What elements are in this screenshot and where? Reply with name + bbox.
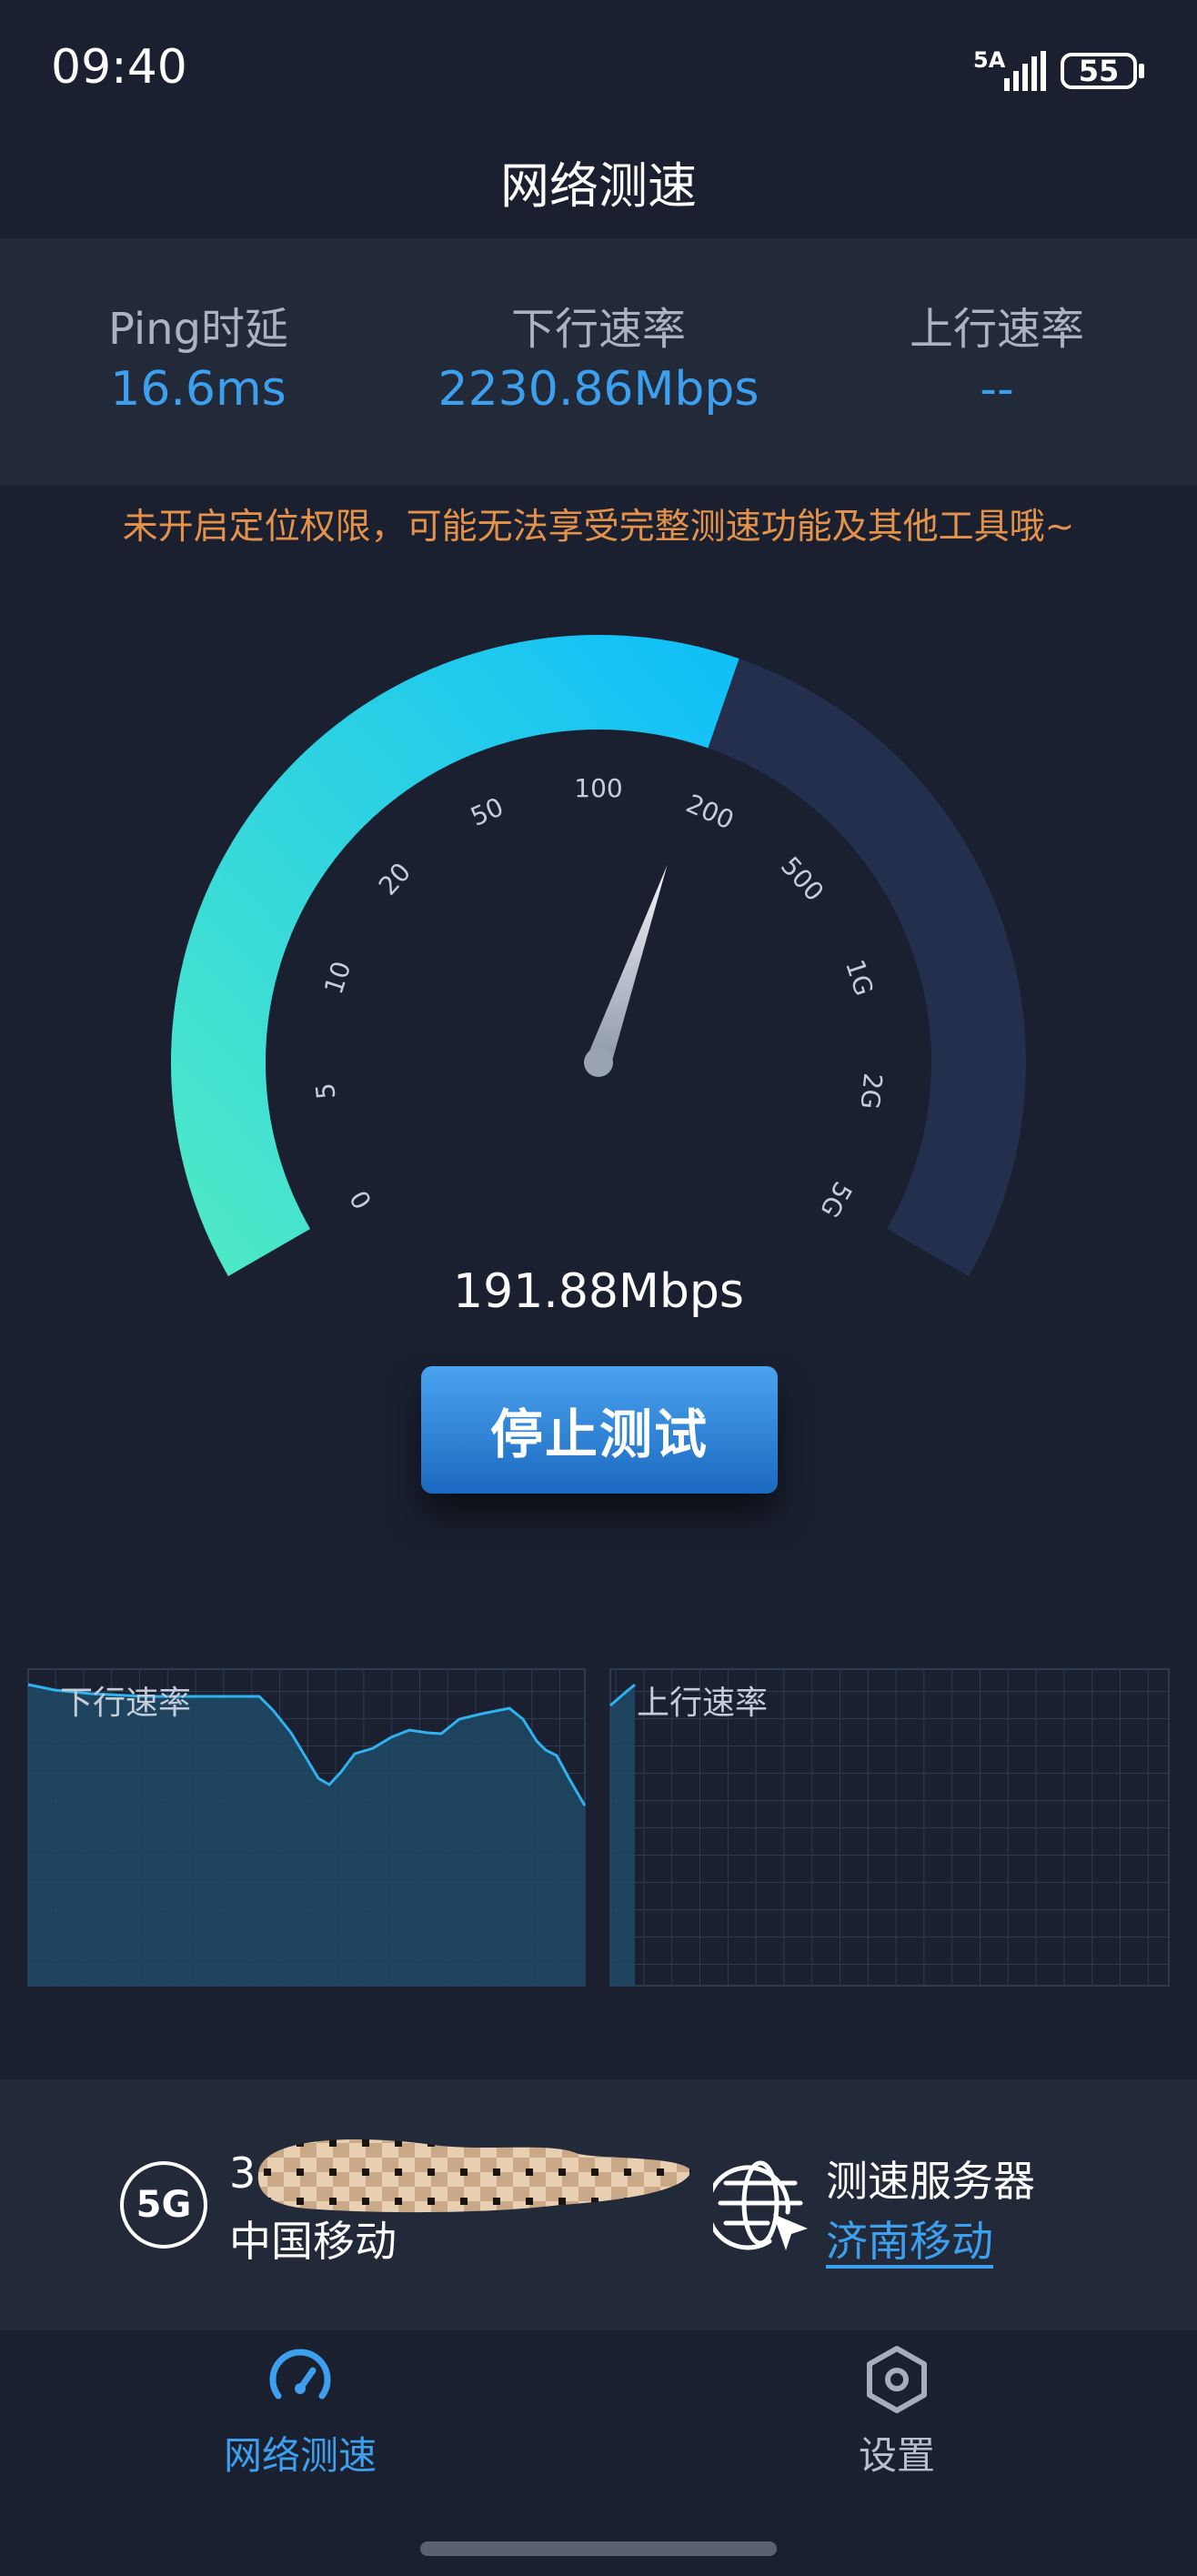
signal-icon [1004,51,1046,91]
server-link[interactable]: 济南移动 [826,2209,993,2269]
location-permission-warning[interactable]: 未开启定位权限，可能无法享受完整测速功能及其他工具哦~ [0,498,1197,549]
download-label: 下行速率 [510,304,686,355]
stats-panel: Ping时延 16.6ms 下行速率 2230.86Mbps 上行速率 -- [0,238,1197,486]
ping-value: 16.6ms [110,362,287,417]
gauge-tick-label: 5G [814,1176,858,1223]
download-value: 2230.86Mbps [438,362,759,417]
network-type-badge: 5G [120,2161,207,2249]
network-type-indicator: 5A [973,47,1006,73]
server-label: 测速服务器 [826,2157,1035,2206]
nav-label-settings: 设置 [858,2433,935,2478]
gauge-tick-label: 100 [574,773,622,803]
gauge-tick-label: 50 [466,791,508,832]
speed-gauge: 0 5 10 20 50 100 200 500 1G 2G 5G [171,635,1026,1276]
carrier-name: 中国移动 [229,2217,397,2266]
ping-stat: Ping时延 16.6ms [7,302,389,420]
gauge-tick-label: 0 [344,1185,377,1214]
nav-tab-settings[interactable]: 设置 [760,2343,1033,2480]
upload-stat: 上行速率 -- [806,302,1188,420]
upload-value: -- [980,362,1014,417]
home-indicator [420,2541,777,2556]
gauge-tick-label: 1G [840,956,880,1000]
battery-icon: 55 [1061,53,1137,89]
status-time: 09:40 [51,40,187,95]
ping-label: Ping时延 [107,304,289,355]
nav-label-speedtest: 网络测速 [223,2433,377,2478]
nav-tab-speedtest[interactable]: 网络测速 [164,2343,437,2480]
current-speed: 191.88Mbps [453,1264,744,1319]
page-title: 网络测速 [500,157,697,215]
stop-test-button[interactable]: 停止测试 [421,1366,778,1494]
gauge-tick-label: 5 [310,1082,342,1101]
gauge-progress-arc [171,635,739,1276]
globe-cursor-icon[interactable] [713,2156,813,2256]
upload-label: 上行速率 [909,304,1084,355]
gauge-tick-label: 10 [318,958,357,998]
download-chart-label: 下行速率 [60,1685,191,1722]
settings-hexagon-icon [867,2346,927,2413]
gauge-tick-label: 2G [854,1072,888,1111]
speed-history-charts: 下行速率 上行速率 [27,1668,1170,1987]
upload-area [610,1685,635,1986]
redaction-overlay [257,2139,691,2213]
battery-level: 55 [1078,54,1120,88]
gauge-tick-label: 20 [373,857,417,901]
download-stat: 下行速率 2230.86Mbps [407,302,790,420]
gauge-tick-label: 500 [775,850,830,907]
battery-cap [1139,64,1144,78]
gauge-needle [584,864,668,1077]
speedometer-icon [269,2349,331,2400]
upload-chart-label: 上行速率 [637,1685,768,1722]
gauge-tick-label: 200 [682,789,739,836]
